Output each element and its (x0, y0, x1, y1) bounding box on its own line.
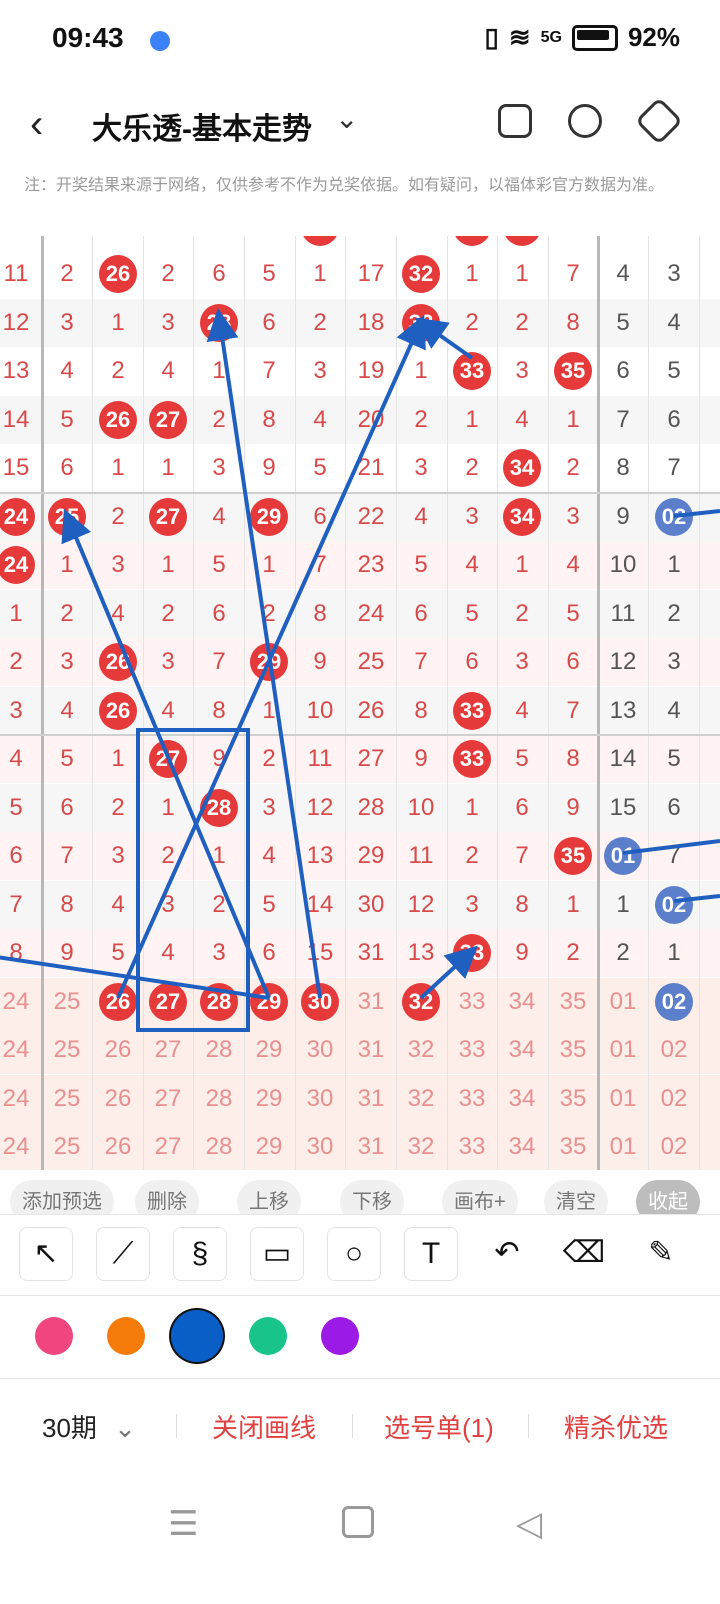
drawn-arrow-line[interactable] (419, 945, 478, 1000)
system-nav-bar: ☰ ◁ (0, 1480, 720, 1604)
action-pill[interactable]: 收起 (636, 1180, 700, 1214)
action-pill[interactable]: 清空 (544, 1180, 608, 1214)
signal-icon: 5G (540, 28, 562, 46)
status-right: ▯ ≋ 5G 92% (485, 22, 681, 53)
undo-icon[interactable]: ↶ (481, 1227, 533, 1279)
period-selector[interactable]: 30期 ⌄ (42, 1408, 136, 1445)
app-header: ‹ 大乐透-基本走势 ⌄ (0, 82, 720, 164)
arrow-tool-icon[interactable]: ↖ (19, 1227, 73, 1281)
battery-percent: 92% (627, 22, 680, 52)
settings-hex-icon[interactable] (634, 96, 684, 146)
action-pill[interactable]: 上移 (237, 1180, 301, 1214)
drawn-arrow-line[interactable] (61, 508, 271, 999)
bottom-bar: 30期 ⌄ 关闭画线 选号单(1) 精杀优选 (0, 1380, 720, 1470)
wifi-icon: ≋ (508, 22, 531, 52)
action-pill[interactable]: 画布+ (442, 1180, 518, 1214)
close-draw-button[interactable]: 关闭画线 (212, 1408, 316, 1445)
period-label: 30期 (42, 1413, 97, 1443)
action-pill[interactable]: 添加预选 (10, 1180, 114, 1214)
battery-icon (571, 24, 618, 51)
drawn-arrow-line[interactable] (116, 314, 426, 999)
action-pill[interactable]: 删除 (135, 1180, 199, 1214)
layout-icon[interactable] (498, 104, 532, 138)
back-triangle-icon[interactable]: ◁ (516, 1504, 542, 1544)
trend-chart[interactable]: 1122626511732117431231328621832228541342… (0, 236, 720, 1170)
disclaimer-note: 注：开奖结果来源于网络，仅供参考不作为兑奖依据。如有疑问，以福体彩官方数据为准。 (24, 177, 665, 194)
clear-brush-icon[interactable]: ✎ (635, 1227, 687, 1279)
circle-tool-icon[interactable]: ○ (327, 1227, 381, 1281)
status-time: 09:43 (52, 22, 124, 53)
drawn-arrow-line[interactable] (673, 894, 720, 903)
premium-pick-button[interactable]: 精杀优选 (564, 1408, 668, 1445)
drawn-arrow-line[interactable] (622, 839, 720, 855)
divider (352, 1414, 353, 1438)
home-square-icon[interactable] (342, 1506, 374, 1538)
color-swatch[interactable] (35, 1317, 73, 1355)
menu-icon[interactable]: ☰ (168, 1504, 198, 1544)
action-bar: 添加预选 删除 上移 下移 画布+ 清空 收起 (0, 1170, 720, 1214)
color-swatch[interactable] (107, 1317, 145, 1355)
eraser-icon[interactable]: ⌫ (558, 1227, 610, 1279)
drawn-arrow-line[interactable] (414, 317, 474, 360)
status-bar: 09:43 ▯ ≋ 5G 92% (0, 0, 720, 82)
app-notification-icon (150, 31, 170, 51)
color-swatch[interactable] (321, 1317, 359, 1355)
chevron-down-icon[interactable]: ⌄ (335, 102, 358, 135)
vibrate-icon: ▯ (484, 22, 499, 52)
rectangle-tool-icon[interactable]: ▭ (250, 1227, 304, 1281)
selection-list-button[interactable]: 选号单(1) (384, 1408, 494, 1445)
share-icon[interactable] (568, 104, 602, 138)
color-swatch[interactable] (249, 1317, 287, 1355)
drawing-overlay[interactable] (0, 236, 720, 1170)
color-palette (0, 1296, 720, 1379)
drawing-toolbar: ↖ ⟋ § ▭ ○ T ↶ ⌫ ✎ (0, 1214, 720, 1296)
divider (176, 1414, 177, 1438)
freehand-tool-icon[interactable]: § (173, 1227, 227, 1281)
color-swatch[interactable] (171, 1310, 223, 1362)
back-arrow-icon[interactable]: ‹ (30, 102, 43, 147)
chevron-down-icon: ⌄ (114, 1413, 136, 1443)
action-pill[interactable]: 下移 (340, 1180, 404, 1214)
drawn-arrow-line[interactable] (673, 509, 720, 518)
text-tool-icon[interactable]: T (404, 1227, 458, 1281)
page-title[interactable]: 大乐透-基本走势 (92, 104, 312, 148)
divider (528, 1414, 529, 1438)
line-tool-icon[interactable]: ⟋ (96, 1227, 150, 1281)
